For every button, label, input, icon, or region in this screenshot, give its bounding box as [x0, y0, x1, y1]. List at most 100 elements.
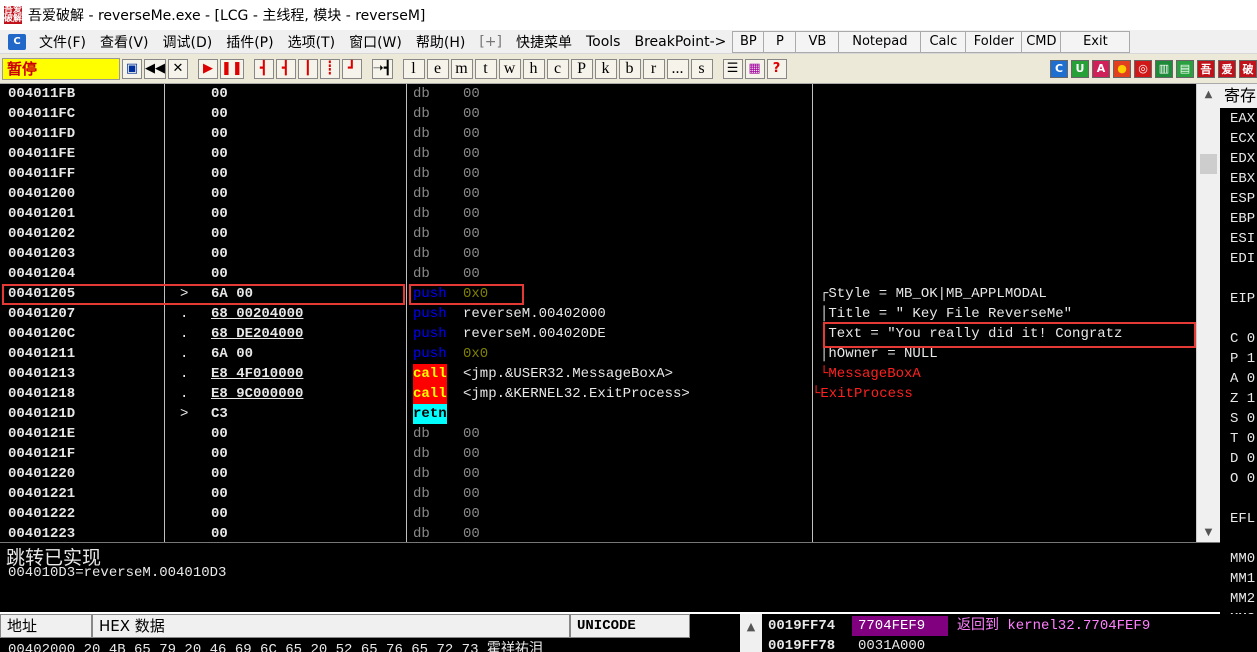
references-window-button[interactable]: r	[642, 58, 665, 79]
po-logo-icon[interactable]: 破	[1239, 59, 1257, 78]
register-label[interactable]: ESP	[1230, 189, 1255, 209]
disasm-row[interactable]: 00401202 00 db 00	[0, 224, 1196, 244]
register-label[interactable]: EAX	[1230, 109, 1255, 129]
disasm-row[interactable]: 00401218. E8 9C000000 call <jmp.&KERNEL32.E…	[0, 384, 1196, 404]
menu-window[interactable]: 窗口(W)	[342, 32, 409, 52]
modules-window-button[interactable]: e	[426, 58, 449, 79]
register-label[interactable]: MM0	[1230, 549, 1255, 569]
disasm-row[interactable]: 00401203 00 db 00	[0, 244, 1196, 264]
disasm-row[interactable]: 0040120C. 68 DE204000 push reverseM.004020D…	[0, 324, 1196, 344]
scroll-down-icon[interactable]: ▼	[1197, 522, 1220, 542]
register-label[interactable]: EIP	[1230, 289, 1255, 309]
disasm-row[interactable]: 0040121D > C3 retn	[0, 404, 1196, 424]
pause-icon[interactable]: ❚❚	[220, 58, 244, 79]
ai-logo-icon[interactable]: 爱	[1218, 59, 1236, 78]
restart-icon[interactable]: ◀◀	[144, 58, 166, 79]
disasm-row[interactable]: 00401204 00 db 00	[0, 264, 1196, 284]
menu-options[interactable]: 选项(T)	[281, 32, 342, 52]
disasm-row[interactable]: 00401221 00 db 00	[0, 484, 1196, 504]
registers-pane[interactable]: 寄存 EAX ECX EDX EBX ESP EBP ESI EDI EIP C 0P 1A 0Z…	[1220, 84, 1257, 614]
register-label[interactable]: P 1	[1230, 349, 1255, 369]
run-trace-button[interactable]: ...	[666, 58, 689, 79]
vb-button[interactable]: VB	[795, 30, 840, 53]
plugin-dot-icon[interactable]: ●	[1113, 59, 1131, 78]
menu-expand[interactable]: [+]	[472, 34, 509, 50]
register-label[interactable]: EBX	[1230, 169, 1255, 189]
dump-header-unicode[interactable]: UNICODE	[570, 614, 690, 638]
disasm-row[interactable]: 00401200 00 db 00	[0, 184, 1196, 204]
patches-window-button[interactable]: P	[570, 58, 593, 79]
trace-into-icon[interactable]: ┃	[297, 58, 318, 79]
disasm-row[interactable]: 00401213. E8 4F010000 call <jmp.&USER32.Mes…	[0, 364, 1196, 384]
register-label[interactable]: A 0	[1230, 369, 1255, 389]
plugin-u-icon[interactable]: U	[1071, 59, 1089, 78]
menu-help[interactable]: 帮助(H)	[409, 32, 472, 52]
handles-window-button[interactable]: h	[522, 58, 545, 79]
dump-header-address[interactable]: 地址	[0, 614, 92, 638]
plugin-window-icon[interactable]: ▤	[1176, 59, 1194, 78]
register-label[interactable]: D 0	[1230, 449, 1255, 469]
trace-over-icon[interactable]: ┋	[319, 58, 340, 79]
register-label[interactable]: MM1	[1230, 569, 1255, 589]
folder-button[interactable]: Folder	[965, 30, 1023, 53]
register-label[interactable]: EFL	[1230, 509, 1255, 529]
disasm-row[interactable]: 00401211. 6A 00 push 0x0 │hOwner = NULL	[0, 344, 1196, 364]
memory-window-button[interactable]: m	[450, 58, 473, 79]
disasm-row[interactable]: 0040121E 00 db 00	[0, 424, 1196, 444]
dump-header-hex[interactable]: HEX 数据	[92, 614, 570, 638]
register-label[interactable]: EBP	[1230, 209, 1255, 229]
scroll-up-icon[interactable]: ▲	[1197, 84, 1220, 104]
bp-button[interactable]: BP	[732, 30, 765, 53]
plugin-target-icon[interactable]: ◎	[1134, 59, 1152, 78]
disasm-row[interactable]: 004011FE 00 db 00	[0, 144, 1196, 164]
disasm-row[interactable]: 00401223 00 db 00	[0, 524, 1196, 542]
cpu-window-icon[interactable]: C	[8, 33, 26, 50]
plugin-c-icon[interactable]: C	[1050, 59, 1068, 78]
call-stack-button[interactable]: k	[594, 58, 617, 79]
menu-view[interactable]: 查看(V)	[93, 32, 156, 52]
plugin-bars-icon[interactable]: ▥	[1155, 59, 1173, 78]
disasm-row[interactable]: 004011FF 00 db 00	[0, 164, 1196, 184]
register-label[interactable]: ESI	[1230, 229, 1255, 249]
notepad-button[interactable]: Notepad	[838, 30, 922, 53]
menu-plugins[interactable]: 插件(P)	[219, 32, 280, 52]
disasm-row[interactable]: 0040121F 00 db 00	[0, 444, 1196, 464]
disassembly-scrollbar[interactable]: ▲ ▼	[1196, 84, 1220, 542]
menu-tools[interactable]: Tools	[579, 34, 628, 50]
execute-till-return-icon[interactable]: ┛	[341, 58, 362, 79]
run-icon[interactable]: ▶	[198, 58, 218, 79]
dump-scroll-up-icon[interactable]: ▲	[740, 614, 762, 652]
help-icon[interactable]: ?	[766, 58, 787, 79]
disasm-row[interactable]: 00401220 00 db 00	[0, 464, 1196, 484]
step-over-icon[interactable]: ┫	[275, 58, 296, 79]
register-label[interactable]: EDX	[1230, 149, 1255, 169]
register-label[interactable]: ECX	[1230, 129, 1255, 149]
goto-icon[interactable]: ➝┫	[371, 58, 393, 79]
calc-button[interactable]: Calc	[920, 30, 967, 53]
disasm-row[interactable]: 00401222 00 db 00	[0, 504, 1196, 524]
menu-file[interactable]: 文件(F)	[32, 32, 93, 52]
source-window-button[interactable]: s	[690, 58, 713, 79]
scroll-thumb[interactable]	[1200, 154, 1217, 174]
menu-shortcut[interactable]: 快捷菜单	[509, 32, 579, 52]
cmd-button[interactable]: CMD	[1021, 30, 1062, 53]
menu-debug[interactable]: 调试(D)	[156, 32, 220, 52]
register-label[interactable]: EDI	[1230, 249, 1255, 269]
register-label[interactable]: Z 1	[1230, 389, 1255, 409]
register-label[interactable]: T 0	[1230, 429, 1255, 449]
disassembly-pane[interactable]: 004011FB 00 db 00 004011FC 00 db 00 004011FD 00 db…	[0, 84, 1220, 542]
register-label[interactable]: O 0	[1230, 469, 1255, 489]
disasm-row[interactable]: 00401205 >6A 00 push 0x0 ┌Style = MB_OK|MB_A…	[0, 284, 1196, 304]
register-label[interactable]: S 0	[1230, 409, 1255, 429]
register-label[interactable]: C 0	[1230, 329, 1255, 349]
dump-pane[interactable]: 地址 HEX 数据 UNICODE 00402000 20 4B 65 79 2…	[0, 614, 740, 652]
register-label[interactable]: MM2	[1230, 589, 1255, 609]
step-into-icon[interactable]: ┫	[253, 58, 274, 79]
wu-logo-icon[interactable]: 吾	[1197, 59, 1215, 78]
disasm-row[interactable]: 004011FD 00 db 00	[0, 124, 1196, 144]
list-icon[interactable]: ☰	[722, 58, 743, 79]
stack-pane[interactable]: 0019FF74 7704FEF9 返回到 kernel32.7704FEF9 …	[762, 614, 1257, 652]
close-icon[interactable]: ✕	[168, 58, 188, 79]
disasm-row[interactable]: 004011FC 00 db 00	[0, 104, 1196, 124]
exit-button[interactable]: Exit	[1060, 30, 1131, 53]
